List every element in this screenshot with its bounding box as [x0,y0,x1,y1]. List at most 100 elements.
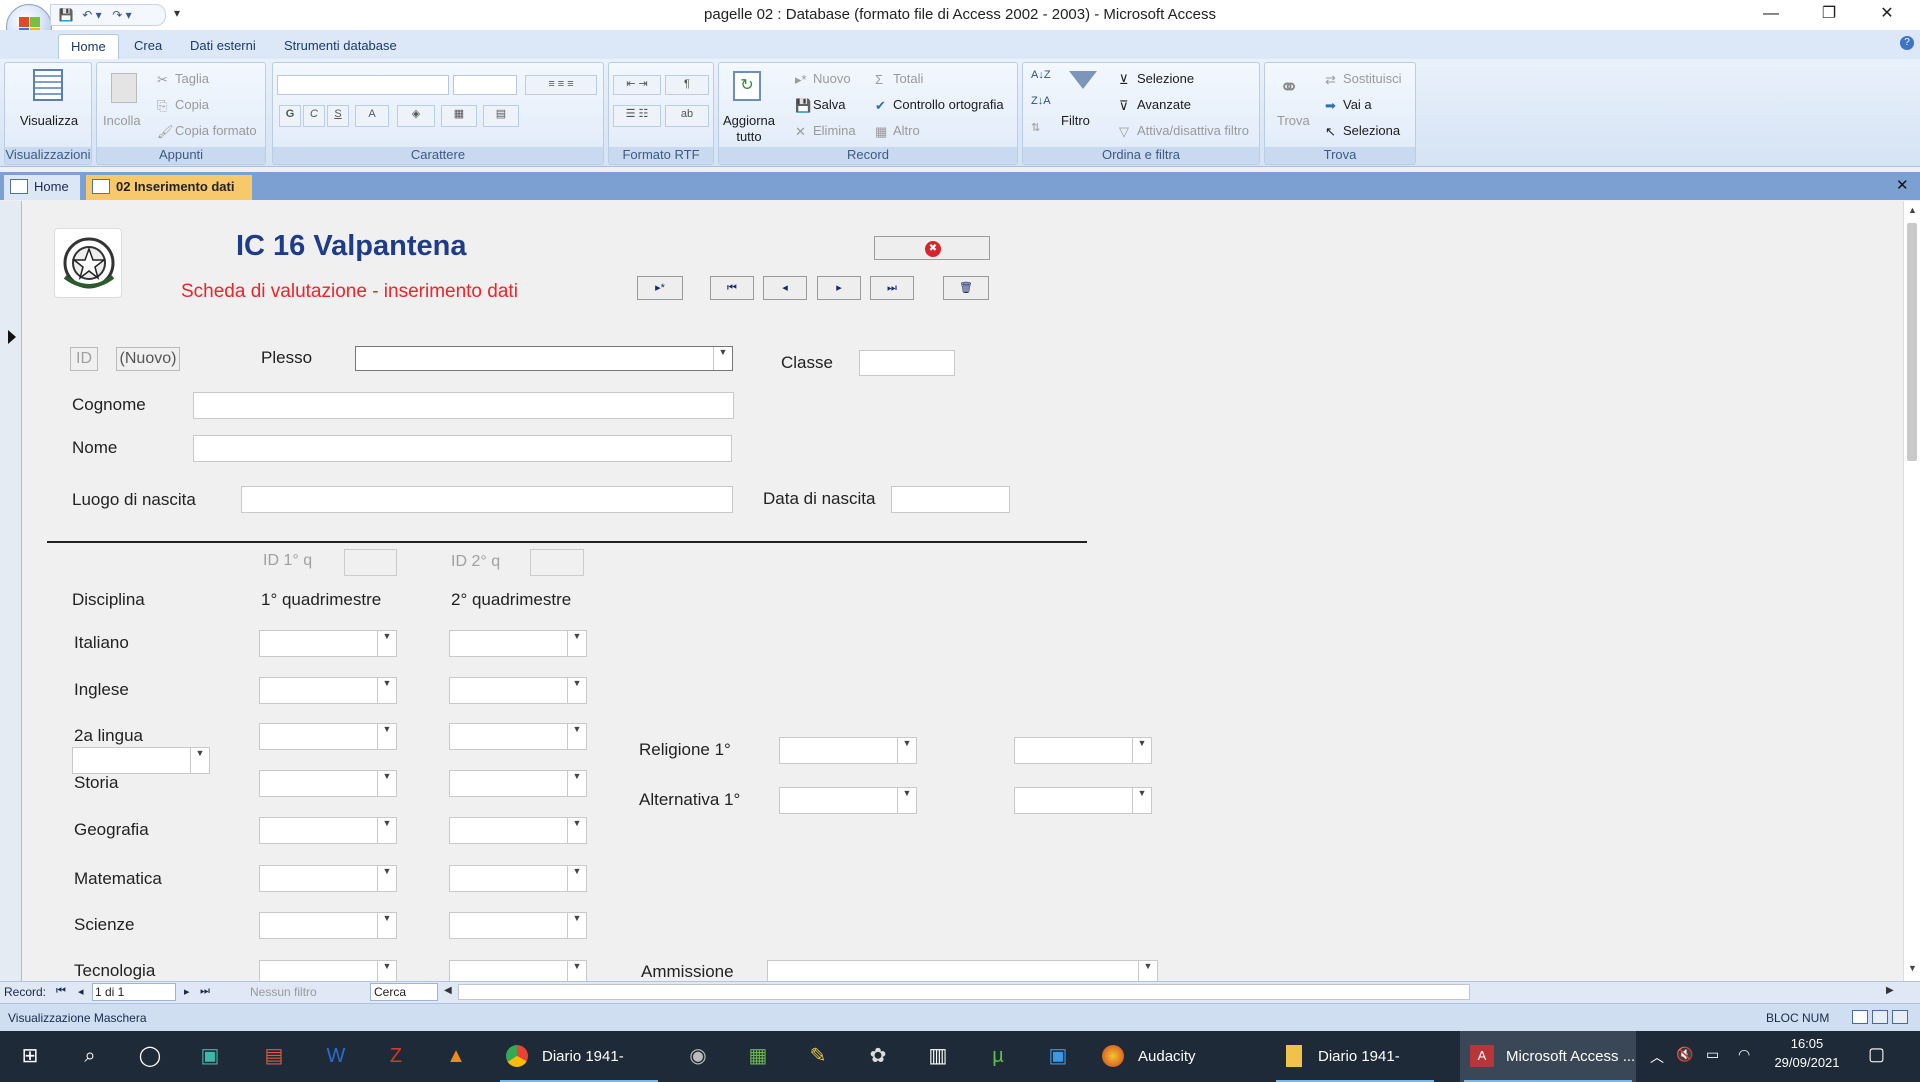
battery-icon[interactable]: ▭ [1706,1046,1719,1063]
tab-home[interactable]: Home [58,34,119,60]
scroll-down-icon[interactable]: ▼ [1908,963,1917,973]
clear-sort-icon[interactable]: ⇅ [1031,121,1040,134]
alternativa-combo-q2[interactable]: ▼ [1014,787,1152,814]
last-record-button[interactable]: ⏭ [870,276,914,300]
grade-combo-q1[interactable]: ▼ [259,817,397,844]
chevron-down-icon[interactable]: ▼ [567,631,586,656]
chevron-down-icon[interactable]: ▼ [377,631,396,656]
id-2q-field[interactable] [530,549,584,576]
vertical-scrollbar[interactable]: ▲ ▼ [1903,201,1920,981]
scroll-thumb[interactable] [1907,223,1917,461]
fill-color-icon[interactable]: ◈ [397,105,435,127]
notifications-icon[interactable]: ▢ [1868,1044,1885,1065]
luogo-nascita-field[interactable] [241,486,733,513]
wifi-icon[interactable]: ◠ [1738,1046,1750,1063]
font-size-combo[interactable] [453,75,517,95]
italic-button[interactable]: C [303,105,325,127]
doc-tab-inserimento[interactable]: 02 Inserimento dati [86,175,252,200]
align-buttons[interactable]: ≡ ≡ ≡ [525,75,597,95]
tab-strumenti-database[interactable]: Strumenti database [272,34,409,60]
next-record-icon[interactable]: ▸ [184,985,190,998]
tab-crea[interactable]: Crea [122,34,174,60]
horizontal-scroll-thumb[interactable] [458,984,1470,1000]
design-view-icon[interactable] [1892,1010,1908,1024]
delete-record-button[interactable]: 🗑 [943,276,989,300]
record-position-field[interactable]: 1 di 1 [92,983,176,1001]
grade-combo-q1[interactable]: ▼ [259,723,397,750]
chevron-down-icon[interactable]: ▼ [897,788,916,813]
id-field[interactable]: (Nuovo) [116,347,180,371]
id-1q-field[interactable] [344,549,397,576]
chevron-down-icon[interactable]: ▼ [377,866,396,891]
chevron-down-icon[interactable]: ▼ [1132,788,1151,813]
second-language-combo[interactable]: ▼ [72,747,210,774]
grade-combo-q2[interactable]: ▼ [449,960,587,981]
search-icon[interactable]: ⌕ [64,1031,116,1082]
minimize-button[interactable]: — [1742,0,1800,30]
volume-muted-icon[interactable]: 🔇 [1676,1046,1693,1063]
no-filter-indicator[interactable]: Nessun filtro [250,985,317,999]
utorrent-icon[interactable]: µ [972,1031,1024,1082]
grade-combo-q1[interactable]: ▼ [259,912,397,939]
app-icon-1[interactable]: ▣ [184,1031,236,1082]
nuovo-button[interactable]: ▸* Nuovo [795,71,851,87]
nome-field[interactable] [193,435,732,462]
first-record-icon[interactable]: ⏮ [56,985,66,998]
previous-record-button[interactable]: ◂ [763,276,807,300]
form-view-icon[interactable] [1852,1010,1868,1024]
chevron-down-icon[interactable]: ▼ [567,678,586,703]
incolla-button[interactable]: Incolla [103,113,141,128]
restore-button[interactable]: ❐ [1800,0,1858,30]
list-icon[interactable]: ☰ ☷ [613,105,661,127]
cognome-field[interactable] [193,392,734,419]
task-view-icon[interactable]: ◯ [124,1031,176,1082]
taskbar-item[interactable]: Diario 1941-1943... [496,1031,662,1082]
alt-fill-icon[interactable]: ▤ [483,105,519,127]
highlight-icon[interactable]: ab [665,105,709,127]
grade-combo-q2[interactable]: ▼ [449,912,587,939]
attiva-filtro-button[interactable]: ▽ Attiva/disattiva filtro [1119,123,1249,139]
doc-tab-home[interactable]: Home [4,175,80,200]
underline-button[interactable]: S [327,105,349,127]
grade-combo-q2[interactable]: ▼ [449,630,587,657]
grade-combo-q2[interactable]: ▼ [449,770,587,797]
taskbar-item-active[interactable]: A Microsoft Access ... [1460,1031,1636,1082]
paint-icon[interactable]: ✎ [792,1031,844,1082]
selezione-button[interactable]: ⊻ Selezione [1119,71,1194,87]
chevron-down-icon[interactable]: ▼ [567,818,586,843]
bold-button[interactable]: G [279,105,301,127]
classe-field[interactable] [859,350,955,376]
scroll-up-icon[interactable]: ▲ [1908,205,1917,215]
store-icon[interactable]: ▣ [1032,1031,1084,1082]
app-icon-2[interactable]: ▤ [248,1031,300,1082]
plesso-combo[interactable]: ▼ [355,346,733,371]
altro-button[interactable]: ▦ Altro [875,123,920,139]
copia-formato-button[interactable]: 🖌Copia formato [157,123,257,139]
filtro-button[interactable]: Filtro [1061,113,1090,128]
chevron-down-icon[interactable]: ▼ [377,818,396,843]
controllo-ortografia-button[interactable]: ✔ Controllo ortografia [875,97,1004,113]
redo-icon[interactable]: ↷ ▾ [107,5,137,25]
taglia-button[interactable]: ✂ Taglia [157,71,209,87]
ammissione-combo[interactable]: ▼ [767,960,1158,981]
chevron-down-icon[interactable]: ▼ [377,678,396,703]
grade-combo-q2[interactable]: ▼ [449,723,587,750]
scroll-right-icon[interactable]: ▶ [1886,985,1894,996]
chevron-down-icon[interactable]: ▼ [897,738,916,763]
taskbar-item[interactable]: Diario 1941-1943... [1272,1031,1438,1082]
chevron-down-icon[interactable]: ▼ [377,724,396,749]
close-document-icon[interactable]: ✕ [1896,176,1909,194]
alternativa-combo-q1[interactable]: ▼ [779,787,917,814]
grade-combo-q2[interactable]: ▼ [449,677,587,704]
customize-qat-icon[interactable]: ▾ [174,6,180,20]
vai-a-button[interactable]: ➡ Vai a [1325,97,1372,113]
chevron-down-icon[interactable]: ▼ [1132,738,1151,763]
filezilla-icon[interactable]: Z [370,1031,422,1082]
trova-button[interactable]: Trova [1277,113,1310,128]
sort-asc-icon[interactable]: A↓Z [1031,69,1051,81]
sort-desc-icon[interactable]: Z↓A [1031,95,1051,107]
clock[interactable]: 16:05 29/09/2021 [1762,1036,1852,1070]
chevron-down-icon[interactable]: ▼ [567,724,586,749]
avanzate-button[interactable]: ⊽ Avanzate [1119,97,1191,113]
search-field[interactable]: Cerca [370,983,438,1001]
